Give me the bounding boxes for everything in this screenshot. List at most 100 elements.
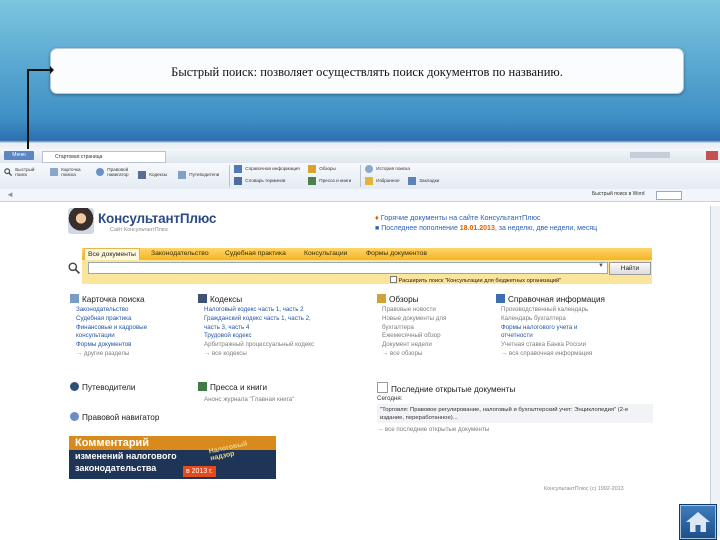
recent-today-label: Сегодня: [377, 395, 403, 402]
last-update-suffix[interactable]: , за неделю, две недели, месяц [495, 225, 597, 232]
link-reporting[interactable]: отчетности [501, 332, 592, 341]
reviews-icon [308, 165, 316, 173]
link-legislation[interactable]: Законодательство [76, 306, 147, 315]
word-search-link[interactable]: Быстрый поиск в Word [592, 191, 644, 197]
window-controls[interactable] [630, 152, 670, 158]
tab-title: Стартовая страница [55, 154, 103, 160]
vertical-scrollbar[interactable] [710, 206, 720, 536]
link-forms[interactable]: Формы документов [76, 341, 147, 350]
link-accountant-calendar[interactable]: Календарь бухгалтера [501, 315, 592, 324]
link-calendar[interactable]: Производственный календарь [501, 306, 592, 315]
link-monthly-review[interactable]: Ежемесячный обзор [382, 332, 446, 341]
link-legal-news[interactable]: Правовые новости [382, 306, 446, 315]
section-recent-docs[interactable]: Последние открытые документы [377, 382, 515, 394]
word-search-input[interactable] [656, 191, 682, 200]
expand-search-label: Расширить поиск "Консультации для бюджет… [398, 278, 562, 284]
link-accountant[interactable]: бухгалтера [382, 324, 446, 333]
link-all-codes[interactable]: → все кодексы [204, 350, 314, 359]
codes-icon [138, 171, 146, 179]
reference-icon [234, 165, 242, 173]
tab-start-page[interactable]: Стартовая страница [42, 151, 166, 163]
reference-links: Производственный календарь Календарь бух… [501, 306, 592, 359]
expand-search-option[interactable]: Расширить поиск "Консультации для бюджет… [390, 276, 561, 284]
section-reviews[interactable]: Обзоры [377, 294, 419, 304]
link-all-reviews[interactable]: → все обзоры [382, 350, 446, 359]
search-card-icon [50, 168, 58, 176]
recent-doc-title: "Торговля: Правовое регулирование, налог… [380, 407, 629, 421]
toolbar-quick-search[interactable]: Быстрый поиск [4, 167, 44, 177]
tab-court-practice[interactable]: Судебная практика [222, 248, 289, 260]
link-arbitration-code[interactable]: Арбитражный процессуальный кодекс [204, 341, 314, 350]
logo-mascot-icon [68, 208, 94, 234]
tab-consultations[interactable]: Консультации [301, 248, 350, 260]
link-civil-code-parts[interactable]: часть 3, часть 4 [204, 324, 314, 333]
section-reference[interactable]: Справочная информация [496, 294, 605, 304]
hot-docs-line[interactable]: ♦ Горячие документы на сайте Консультант… [375, 213, 541, 222]
quick-search-input[interactable] [88, 262, 608, 274]
toolbar-favorites[interactable]: Избранное [365, 177, 400, 185]
toolbar-reviews[interactable]: Обзоры [308, 165, 336, 173]
link-press-announce[interactable]: Анонс журнала "Главная книга" [204, 396, 294, 405]
hot-docs-link[interactable]: Горячие документы на сайте КонсультантПл… [381, 213, 541, 222]
search-card-links: Законодательство Судебная практика Финан… [76, 306, 147, 359]
link-all-recent[interactable]: → все последние открытые документы [377, 426, 489, 435]
link-labor-code[interactable]: Трудовой кодекс [204, 332, 314, 341]
expand-search-checkbox[interactable] [390, 276, 397, 283]
reference-icon [496, 294, 505, 303]
home-button[interactable] [680, 505, 716, 539]
back-arrow-icon[interactable]: ◄ [6, 190, 14, 199]
toolbar-press[interactable]: Пресса и книги [308, 177, 351, 185]
callout-box: Быстрый поиск: позволяет осуществлять по… [50, 48, 684, 94]
tab-document-forms[interactable]: Формы документов [363, 248, 430, 260]
link-tax-code[interactable]: Налоговый кодекс часть 1, часть 2 [204, 306, 314, 315]
toolbar-dictionary[interactable]: Словарь терминов [234, 177, 285, 185]
last-update-date[interactable]: 18.01.2013 [460, 225, 495, 232]
toolbar-navigator[interactable]: Правовой навигатор [96, 167, 136, 177]
favorites-icon [365, 177, 373, 185]
toolbar-reference[interactable]: Справочная информация [234, 165, 300, 173]
logo-brand-prefix: Консультант [98, 211, 180, 226]
toolbar-search-card[interactable]: Карточка поиска [50, 167, 90, 177]
menu-button[interactable]: Меню [4, 151, 34, 160]
press-icon [308, 177, 316, 185]
start-page: КонсультантПлюс Сайт КонсультантПлюс ♦ Г… [64, 206, 656, 496]
toolbar-bookmarks[interactable]: Закладки [408, 177, 439, 185]
link-court-practice[interactable]: Судебная практика [76, 315, 147, 324]
history-icon [365, 165, 373, 173]
link-consultations[interactable]: консультации [76, 332, 147, 341]
last-update-prefix: Последнее пополнение [381, 225, 458, 232]
banner-line3: законодательства [75, 463, 157, 473]
guides-icon [178, 171, 186, 179]
logo-brand-suffix: Плюс [179, 211, 217, 226]
link-bank-rate[interactable]: Учетная ставка Банка России [501, 341, 592, 350]
link-new-docs[interactable]: Новые документы для [382, 315, 446, 324]
logo[interactable]: КонсультантПлюс [98, 211, 216, 226]
document-icon [377, 382, 388, 393]
section-legal-navigator[interactable]: Правовой навигатор [70, 412, 159, 422]
bookmarks-icon [408, 177, 416, 185]
toolbar-guides[interactable]: Путеводители [178, 171, 228, 179]
tab-legislation[interactable]: Законодательство [148, 248, 212, 260]
history-dropdown-icon[interactable]: ▼ [598, 263, 605, 272]
commentary-banner[interactable]: Комментарий изменений налогового законод… [69, 436, 276, 479]
section-press[interactable]: Пресса и книги [198, 382, 267, 392]
toolbar-codes[interactable]: Кодексы [138, 171, 174, 179]
guides-icon [70, 382, 79, 391]
link-tax-forms[interactable]: Формы налогового учета и [501, 324, 592, 333]
link-financial[interactable]: Финансовые и кадровые [76, 324, 147, 333]
close-icon[interactable] [706, 151, 718, 160]
link-all-reference[interactable]: → вся справочная информация [501, 350, 592, 359]
recent-doc-item[interactable]: "Торговля: Правовое регулирование, налог… [377, 404, 653, 423]
find-button[interactable]: Найти [609, 262, 651, 275]
link-doc-of-week[interactable]: Документ недели [382, 341, 446, 350]
search-icon [4, 168, 12, 176]
link-civil-code[interactable]: Гражданский кодекс часть 1, часть 2, [204, 315, 314, 324]
section-guides[interactable]: Путеводители [70, 382, 135, 392]
search-card-icon [70, 294, 79, 303]
toolbar-history[interactable]: История поиска [365, 165, 410, 173]
codes-links: Налоговый кодекс часть 1, часть 2 Гражда… [204, 306, 314, 359]
link-other-sections[interactable]: → другие разделы [76, 350, 147, 359]
section-search-card[interactable]: Карточка поиска [70, 294, 145, 304]
section-codes[interactable]: Кодексы [198, 294, 242, 304]
banner-line1: Комментарий [75, 437, 150, 449]
